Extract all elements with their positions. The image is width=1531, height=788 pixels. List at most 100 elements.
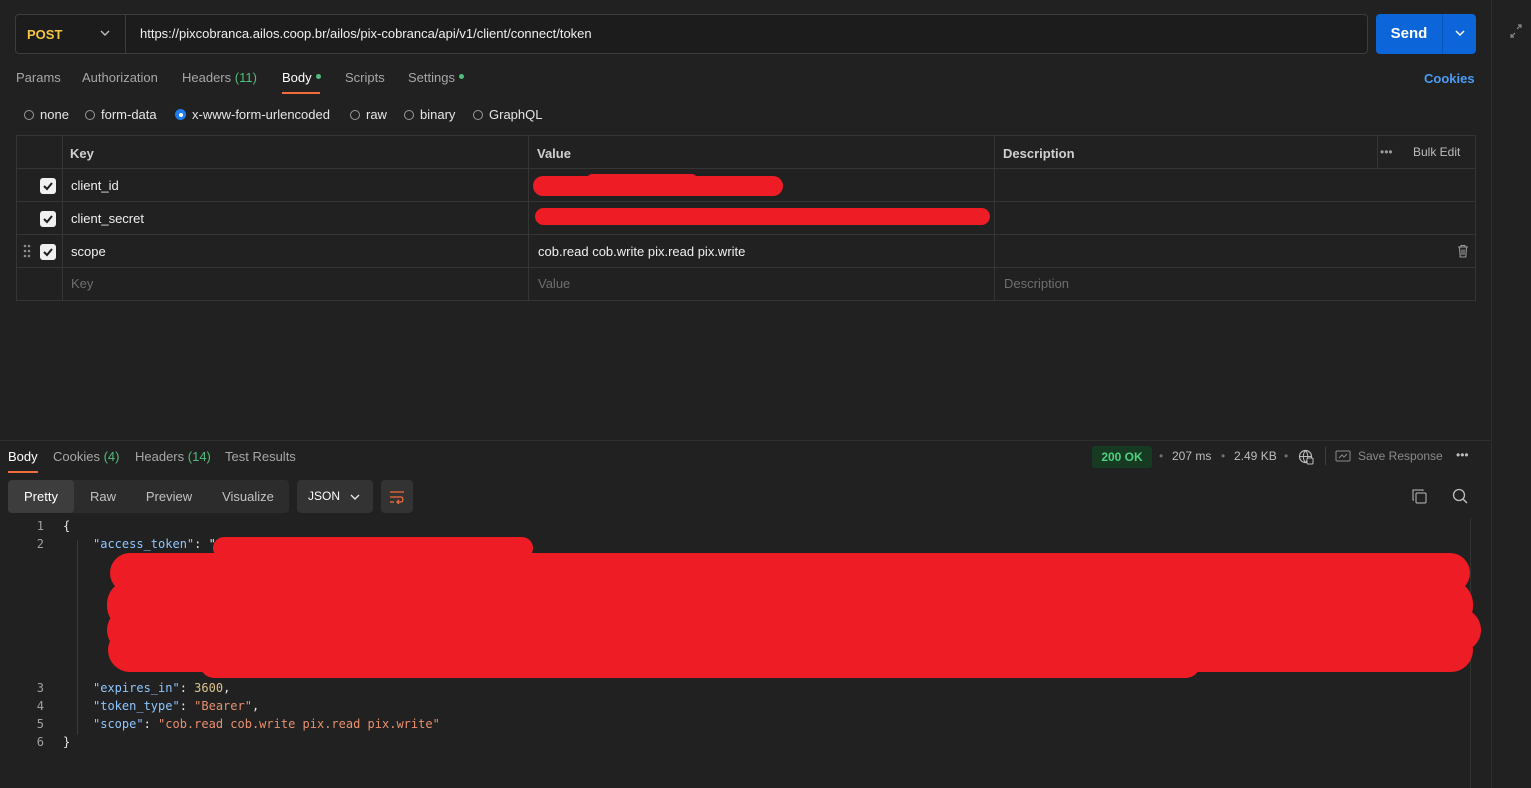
more-options-icon[interactable]: ••• (1380, 145, 1393, 159)
body-indicator-dot (315, 74, 321, 80)
right-sidebar-divider (1491, 0, 1492, 788)
tab-headers[interactable]: Headers (11) (182, 70, 257, 90)
redacted-value (535, 208, 990, 225)
view-raw-button[interactable]: Raw (78, 480, 128, 513)
pane-splitter[interactable] (0, 440, 1491, 441)
radio-button (85, 109, 95, 120)
tab-headers-count: (11) (234, 70, 257, 85)
table-divider (994, 136, 995, 300)
redacted-access-token (200, 650, 1200, 678)
json-colon: : (179, 699, 195, 713)
save-response-button[interactable]: Save Response (1358, 449, 1443, 463)
json-key: "token_type" (93, 699, 180, 713)
send-options-chevron-icon[interactable] (1455, 28, 1465, 38)
meta-separator: • (1159, 449, 1164, 463)
row-key[interactable]: client_secret (71, 211, 144, 226)
active-tab-underline (282, 92, 320, 94)
response-tab-body[interactable]: Body (8, 449, 38, 464)
row-checkbox[interactable] (40, 178, 56, 194)
radio-form-data[interactable]: form-data (85, 107, 157, 122)
tab-scripts[interactable]: Scripts (345, 70, 385, 90)
network-globe-icon[interactable] (1298, 449, 1314, 465)
json-key: "access_token" (93, 537, 195, 551)
response-time[interactable]: 207 ms (1172, 449, 1211, 463)
json-key: "scope" (93, 717, 144, 731)
tab-params[interactable]: Params (16, 70, 61, 90)
json-string: "Bearer" (194, 699, 252, 713)
table-divider (17, 201, 1475, 202)
tab-body[interactable]: Body (282, 70, 321, 90)
view-preview-button[interactable]: Preview (134, 480, 204, 513)
json-line-scope: "scope": "cob.read cob.write pix.read pi… (93, 717, 440, 731)
response-size[interactable]: 2.49 KB (1234, 449, 1277, 463)
row-value[interactable]: cob.read cob.write pix.read pix.write (538, 244, 745, 259)
line-number: 1 (36, 519, 44, 533)
response-tab-headers[interactable]: Headers (14) (135, 449, 211, 464)
new-key-input[interactable]: Key (71, 276, 93, 291)
format-select-value: JSON (308, 489, 341, 503)
row-checkbox[interactable] (40, 244, 56, 260)
line-number: 5 (36, 717, 44, 731)
response-tab-test-results[interactable]: Test Results (225, 449, 296, 464)
trash-icon[interactable] (1457, 244, 1469, 258)
radio-button (350, 109, 360, 120)
view-visualize-button[interactable]: Visualize (210, 480, 286, 513)
response-tab-cookies[interactable]: Cookies (4) (53, 449, 119, 464)
wrap-lines-button[interactable] (381, 480, 413, 513)
tab-headers-label: Headers (182, 70, 232, 85)
status-badge[interactable]: 200 OK (1092, 446, 1152, 468)
more-options-icon[interactable]: ••• (1456, 448, 1469, 462)
radio-button (24, 109, 34, 120)
view-mode-group: Pretty Raw Preview Visualize (8, 480, 289, 513)
radio-none[interactable]: none (24, 107, 69, 122)
checkmark-icon (43, 215, 53, 224)
line-number: 6 (36, 735, 44, 749)
bulk-edit-button[interactable]: Bulk Edit (1413, 145, 1460, 159)
checkmark-icon (43, 248, 53, 257)
meta-separator: • (1221, 449, 1226, 463)
response-tab-cookies-count: (4) (103, 449, 120, 464)
send-button[interactable]: Send (1376, 14, 1442, 54)
radio-x-www-form-urlencoded[interactable]: x-www-form-urlencoded (175, 107, 330, 122)
tab-settings-label: Settings (408, 70, 455, 85)
column-header-description: Description (1003, 146, 1075, 161)
meta-separator: • (1284, 449, 1289, 463)
url-input[interactable]: https://pixcobranca.ailos.coop.br/ailos/… (140, 15, 592, 53)
checkmark-icon (43, 182, 53, 191)
response-tab-headers-label: Headers (135, 449, 185, 464)
table-divider (1377, 136, 1378, 168)
json-colon: : (143, 717, 159, 731)
new-value-input[interactable]: Value (538, 276, 570, 291)
row-key[interactable]: scope (71, 244, 106, 259)
cookies-link[interactable]: Cookies (1424, 71, 1475, 86)
send-button-group: Send (1376, 14, 1476, 54)
radio-label: form-data (101, 107, 157, 122)
redacted-value (587, 174, 697, 184)
drag-handle-icon[interactable] (23, 244, 31, 258)
radio-raw[interactable]: raw (350, 107, 387, 122)
format-select[interactable]: JSON (297, 480, 373, 513)
copy-icon[interactable] (1412, 489, 1427, 504)
column-header-value: Value (537, 146, 571, 161)
json-comma: , (223, 681, 231, 695)
expand-icon[interactable] (1510, 24, 1522, 38)
search-icon[interactable] (1452, 488, 1468, 504)
tab-authorization[interactable]: Authorization (82, 70, 158, 90)
tab-body-label: Body (282, 70, 312, 85)
view-pretty-button[interactable]: Pretty (8, 480, 74, 513)
radio-graphql[interactable]: GraphQL (473, 107, 542, 122)
new-description-input[interactable]: Description (1004, 276, 1069, 291)
json-close-brace: } (63, 735, 71, 749)
line-number: 3 (36, 681, 44, 695)
radio-label: none (40, 107, 69, 122)
tab-settings[interactable]: Settings (408, 70, 464, 90)
table-divider (17, 267, 1475, 268)
row-checkbox[interactable] (40, 211, 56, 227)
radio-button (473, 109, 483, 120)
radio-binary[interactable]: binary (404, 107, 455, 122)
method-selector[interactable]: POST (16, 15, 126, 53)
table-divider (528, 136, 529, 300)
save-response-icon (1335, 450, 1351, 462)
row-key[interactable]: client_id (71, 178, 119, 193)
line-number: 4 (36, 699, 44, 713)
